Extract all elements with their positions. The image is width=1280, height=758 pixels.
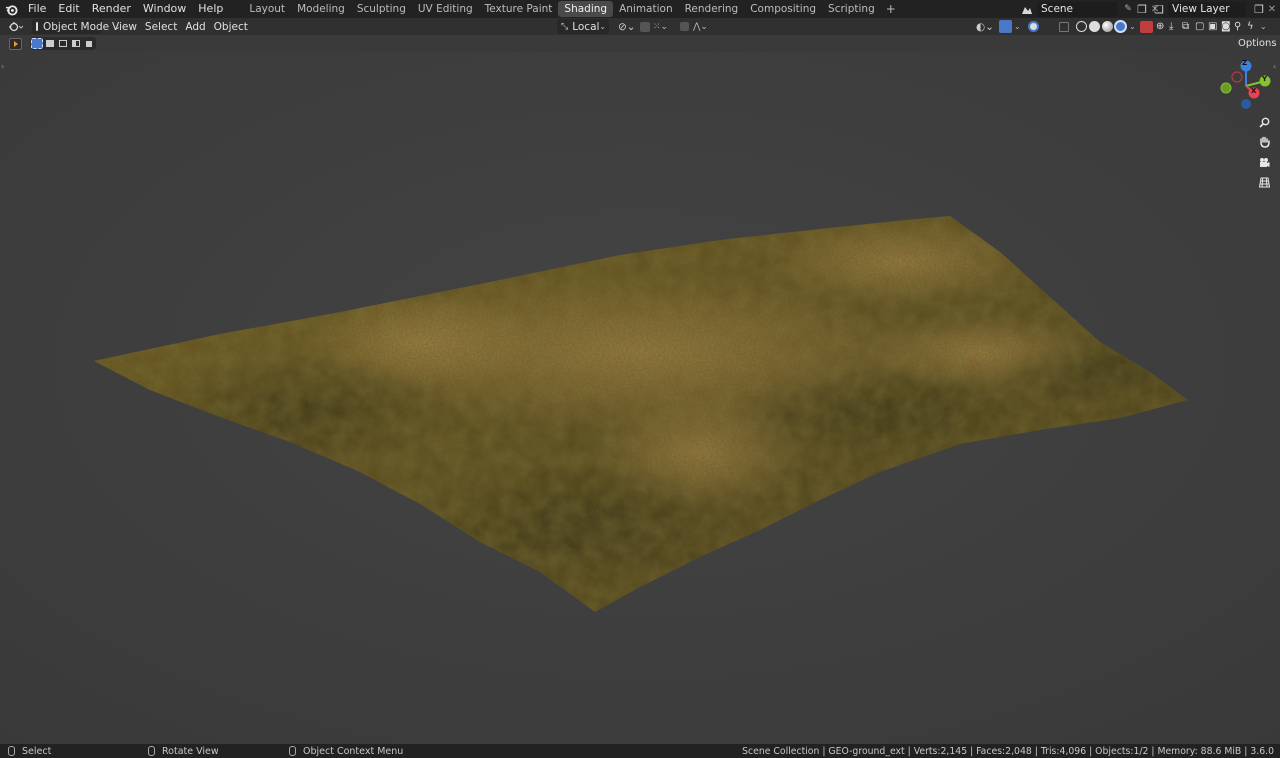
object-mode-dropdown[interactable]: Object Mode ⌄ — [32, 19, 121, 34]
scene-name: Scene — [1041, 3, 1074, 15]
tool-settings-row: Options ⌄ — [0, 35, 1280, 52]
grid-icon[interactable] — [1256, 174, 1272, 190]
tab-layout[interactable]: Layout — [243, 1, 291, 17]
tab-sculpting[interactable]: Sculpting — [351, 1, 412, 17]
status-context-hint: Object Context Menu — [289, 746, 403, 757]
overlay-icon[interactable] — [1024, 19, 1043, 34]
outliner-filter-icons: ⊕ ⤓ ⧉ ▢ ▣ ◙ ⚲ ϟ ⌄ — [1140, 19, 1270, 34]
proportional-edit-icon[interactable]: ⋀⌄ — [676, 19, 712, 34]
chevron-down-icon[interactable]: ⌄ — [1260, 22, 1270, 31]
menu-object[interactable]: Object — [210, 19, 252, 34]
tab-modeling[interactable]: Modeling — [291, 1, 351, 17]
gizmo-y-label: Y — [1262, 75, 1268, 83]
view-layer-field[interactable]: View Layer — [1168, 1, 1246, 17]
options-label: Options — [1238, 38, 1277, 49]
select-intersect-icon[interactable] — [83, 38, 95, 49]
monitor-icon[interactable]: ▣ — [1208, 21, 1221, 32]
navigation-gizmo[interactable]: Z Y X — [1218, 58, 1274, 114]
top-bar: File Edit Render Window Help Layout Mode… — [0, 0, 1280, 18]
select-box-icon[interactable]: ⧉ — [1182, 21, 1195, 32]
delete-view-layer-icon[interactable]: ✕ — [1266, 4, 1278, 15]
selection-mode-group — [30, 37, 96, 50]
snap-icon[interactable]: ⁙⌄ — [636, 19, 672, 34]
tab-animation[interactable]: Animation — [613, 1, 679, 17]
viewport-canvas — [0, 52, 1280, 744]
options-dropdown[interactable]: Options ⌄ — [1234, 36, 1280, 51]
zoom-icon[interactable] — [1256, 114, 1272, 130]
render-camera-icon[interactable]: ◙ — [1221, 21, 1234, 32]
scene-statistics: Scene Collection | GEO-ground_ext | Vert… — [742, 745, 1274, 757]
workspace-tabs: Layout Modeling Sculpting UV Editing Tex… — [243, 0, 900, 18]
view-layer-selector: ❏ View Layer ❐ ✕ — [1150, 1, 1278, 17]
transform-orientation-dropdown[interactable]: ⤡ Local ⌄ — [557, 19, 609, 34]
select-subtract-icon[interactable] — [57, 38, 69, 49]
tab-compositing[interactable]: Compositing — [744, 1, 822, 17]
gizmo-x-label: X — [1251, 87, 1257, 95]
status-select-label: Select — [22, 745, 52, 757]
menu-edit[interactable]: Edit — [52, 0, 85, 18]
editor-type-icon[interactable] — [4, 19, 28, 34]
select-new-icon[interactable] — [31, 38, 43, 49]
chevron-down-icon: ⌄ — [599, 22, 607, 31]
sidebar-toggle-right[interactable]: ‹ — [1273, 62, 1276, 71]
3d-viewport[interactable]: Z Y X › ‹ — [0, 52, 1280, 744]
menu-add[interactable]: Add — [181, 19, 209, 34]
xray-icon[interactable] — [1055, 19, 1073, 34]
view-layer-icon[interactable]: ❏ — [1150, 3, 1168, 16]
globe-icon[interactable]: ⊕ — [1156, 21, 1169, 32]
orientation-icon: ⤡ — [561, 21, 569, 32]
status-bar: Select Rotate View Object Context Menu S… — [0, 744, 1280, 758]
menu-window[interactable]: Window — [137, 0, 192, 18]
tab-scripting[interactable]: Scripting — [822, 1, 881, 17]
add-workspace-button[interactable]: + — [881, 2, 901, 16]
tab-texture-paint[interactable]: Texture Paint — [479, 1, 559, 17]
select-invert-icon[interactable] — [70, 38, 82, 49]
download-icon[interactable]: ⤓ — [1169, 21, 1182, 32]
scene-selector: Scene ✎ ❐ ✕ — [1017, 1, 1161, 17]
new-scene-icon[interactable]: ❐ — [1135, 3, 1149, 16]
tab-rendering[interactable]: Rendering — [679, 1, 745, 17]
orientation-label: Local — [572, 20, 600, 33]
select-extend-icon[interactable] — [44, 38, 56, 49]
status-rotate-label: Rotate View — [162, 745, 219, 757]
pin-icon[interactable]: ✎ — [1121, 4, 1135, 14]
filter-icon[interactable] — [1140, 20, 1153, 33]
viewport-header: Object Mode ⌄ View Select Add Object ⤡ L… — [0, 18, 1280, 35]
tab-shading[interactable]: Shading — [558, 1, 614, 17]
scene-icon[interactable] — [1017, 2, 1037, 16]
pan-hand-icon[interactable] — [1256, 134, 1272, 150]
mouse-left-icon — [8, 746, 15, 756]
lightning-icon[interactable]: ϟ — [1247, 21, 1260, 32]
menu-render[interactable]: Render — [86, 0, 137, 18]
object-mode-icon — [36, 22, 38, 31]
gizmo-icon[interactable]: ⌄ — [995, 19, 1025, 34]
new-view-layer-icon[interactable]: ❐ — [1252, 3, 1266, 16]
menu-select[interactable]: Select — [141, 19, 181, 34]
status-context-label: Object Context Menu — [303, 745, 404, 757]
camera-icon[interactable] — [1256, 154, 1272, 170]
object-mode-label: Object Mode — [43, 20, 110, 33]
gizmo-z-label: Z — [1242, 59, 1248, 67]
status-select-hint: Select — [8, 746, 51, 757]
menu-help[interactable]: Help — [192, 0, 229, 18]
rendered-shading-icon[interactable]: ⌄ — [1110, 19, 1140, 34]
mouse-right-icon — [289, 746, 296, 756]
status-rotate-hint: Rotate View — [148, 746, 219, 757]
menu-view[interactable]: View — [108, 19, 141, 34]
scene-name-field[interactable]: Scene — [1037, 1, 1117, 17]
square-icon[interactable]: ▢ — [1195, 21, 1208, 32]
tab-uv-editing[interactable]: UV Editing — [412, 1, 479, 17]
toolbar-toggle-left[interactable]: › — [1, 62, 4, 71]
menu-file[interactable]: File — [22, 0, 52, 18]
search-icon[interactable]: ⚲ — [1234, 21, 1247, 32]
view-layer-name: View Layer — [1172, 3, 1230, 15]
blender-logo-icon[interactable] — [0, 0, 22, 18]
active-tool-icon[interactable] — [9, 37, 22, 50]
mouse-middle-icon — [148, 746, 155, 756]
